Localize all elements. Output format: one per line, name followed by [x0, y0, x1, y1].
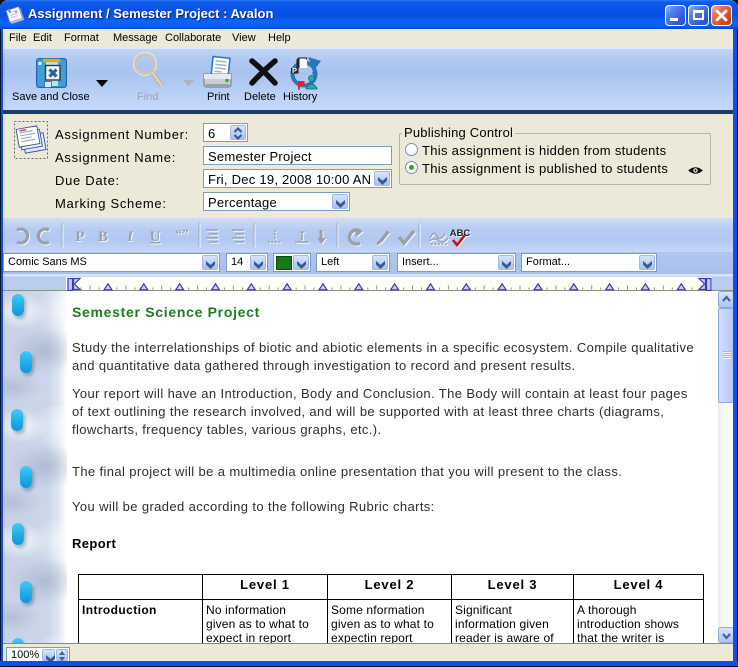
- svg-text:P: P: [75, 229, 84, 245]
- svg-text:B: B: [98, 229, 108, 245]
- svg-text:U: U: [150, 229, 161, 245]
- svg-text:“”: “”: [176, 226, 189, 241]
- svg-text:ABC: ABC: [450, 228, 471, 239]
- svg-text:P: P: [292, 66, 297, 75]
- svg-text:I: I: [126, 229, 134, 245]
